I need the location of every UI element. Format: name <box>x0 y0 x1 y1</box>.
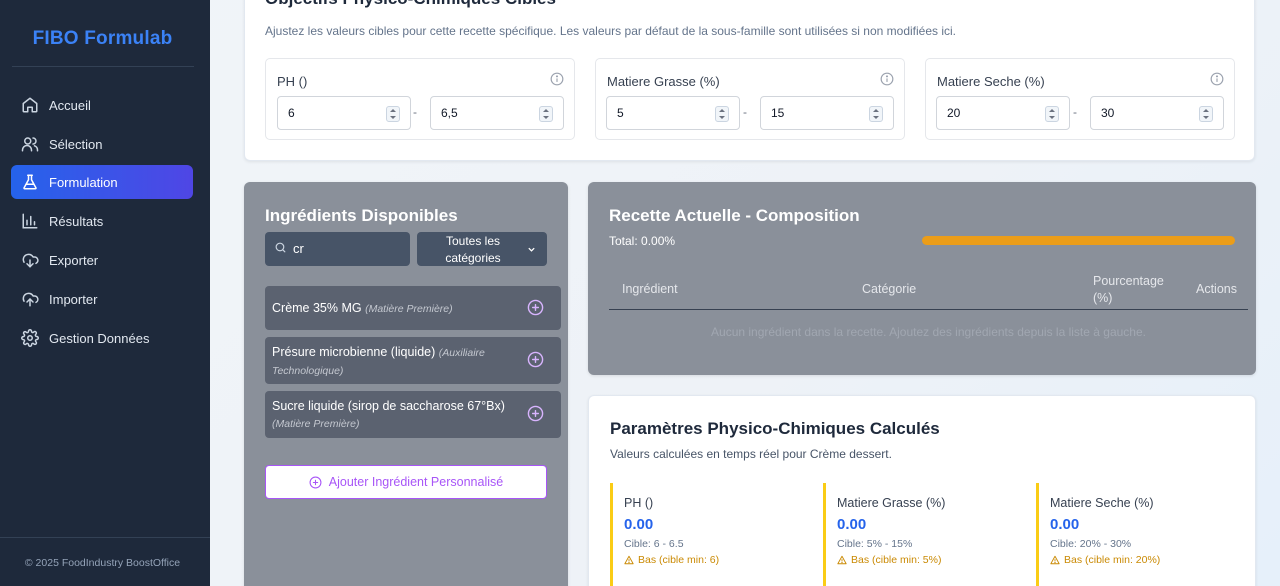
ingredients-title: Ingrédients Disponibles <box>265 206 458 225</box>
sidebar-item-resultats[interactable]: Résultats <box>11 204 193 238</box>
param-label: PH () <box>277 74 308 89</box>
metric-warning: Bas (cible min: 6) <box>624 554 719 566</box>
calculated-subtitle: Valeurs calculées en temps réel pour Crè… <box>610 447 892 461</box>
param-matiere-grasse: Matiere Grasse (%) 5 - 15 <box>595 58 905 140</box>
calculated-title: Paramètres Physico-Chimiques Calculés <box>610 419 940 438</box>
copyright-footer: © 2025 FoodIndustry BoostOffice <box>24 557 181 569</box>
sidebar-item-accueil[interactable]: Accueil <box>11 88 193 122</box>
metric-label: Matiere Seche (%) <box>1050 496 1154 510</box>
cloud-upload-icon <box>22 292 39 307</box>
sidebar-item-label: Accueil <box>49 97 91 113</box>
stepper-icon[interactable] <box>386 106 400 122</box>
category-filter-select[interactable]: Toutes les catégories <box>417 232 547 266</box>
list-item[interactable]: Crème 35% MG (Matière Première) <box>265 286 561 330</box>
objectives-card: Objectifs Physico-Chimiques Cibles Ajust… <box>244 0 1255 161</box>
warning-icon <box>837 555 847 565</box>
sidebar-item-label: Gestion Données <box>49 330 150 346</box>
table-header-divider <box>609 309 1248 310</box>
total-progress-bar <box>922 236 1235 245</box>
ph-max-input[interactable]: 6,5 <box>430 96 564 130</box>
metric-warning: Bas (cible min: 20%) <box>1050 554 1160 566</box>
add-custom-ingredient-button[interactable]: Ajouter Ingrédient Personnalisé <box>265 465 547 499</box>
column-header-actions: Actions <box>1196 282 1237 296</box>
bar-chart-icon <box>22 213 38 229</box>
info-icon[interactable] <box>1210 72 1224 86</box>
metric-target: Cible: 20% - 30% <box>1050 538 1132 550</box>
ingredients-card: Ingrédients Disponibles cr Toutes les ca… <box>244 182 568 586</box>
add-circle-icon <box>309 476 322 488</box>
param-matiere-seche: Matiere Seche (%) 20 - 30 <box>925 58 1235 140</box>
ingredient-search-input[interactable]: cr <box>265 232 410 266</box>
metric-value: 0.00 <box>1050 516 1080 533</box>
sidebar-item-label: Formulation <box>49 174 118 190</box>
param-label: Matiere Seche (%) <box>937 74 1045 89</box>
column-header-pourcentage[interactable]: Pourcentage (%) <box>1093 273 1173 307</box>
metric-matiere-seche: Matiere Seche (%) 0.00 Cible: 20% - 30% … <box>1036 483 1226 586</box>
info-icon[interactable] <box>880 72 894 86</box>
warning-icon <box>1050 555 1060 565</box>
users-icon <box>21 137 39 152</box>
recipe-title: Recette Actuelle - Composition <box>609 206 860 225</box>
param-ph: PH () 6 - 6,5 <box>265 58 575 140</box>
search-icon <box>275 242 286 253</box>
objectives-subtitle: Ajustez les valeurs cibles pour cette re… <box>265 24 957 38</box>
recipe-total: Total: 0.00% <box>609 234 676 248</box>
calculated-params-card: Paramètres Physico-Chimiques Calculés Va… <box>588 395 1256 586</box>
stepper-icon[interactable] <box>869 106 883 122</box>
sidebar-item-gestion-donnees[interactable]: Gestion Données <box>11 321 193 355</box>
metric-matiere-grasse: Matiere Grasse (%) 0.00 Cible: 5% - 15% … <box>823 483 1013 586</box>
chevron-down-icon <box>528 247 535 252</box>
ms-min-input[interactable]: 20 <box>936 96 1070 130</box>
sidebar-item-label: Exporter <box>49 252 99 268</box>
cloud-download-icon <box>22 253 39 268</box>
ph-min-input[interactable]: 6 <box>277 96 411 130</box>
stepper-icon[interactable] <box>715 106 729 122</box>
metric-value: 0.00 <box>624 516 654 533</box>
metric-warning: Bas (cible min: 5%) <box>837 554 941 566</box>
gear-icon <box>21 329 39 347</box>
sidebar-item-formulation[interactable]: Formulation <box>11 165 193 199</box>
stepper-icon[interactable] <box>1045 106 1059 122</box>
info-icon[interactable] <box>550 72 564 86</box>
stepper-icon[interactable] <box>1199 106 1213 122</box>
metric-label: Matiere Grasse (%) <box>837 496 946 510</box>
brand-logo: FIBO Formulab <box>32 28 173 49</box>
sidebar-item-importer[interactable]: Importer <box>11 282 193 316</box>
metric-target: Cible: 6 - 6.5 <box>624 538 684 550</box>
mg-max-input[interactable]: 15 <box>760 96 894 130</box>
column-header-ingredient[interactable]: Ingrédient <box>622 282 678 296</box>
sidebar-item-label: Résultats <box>49 213 104 229</box>
mg-min-input[interactable]: 5 <box>606 96 740 130</box>
empty-recipe-message: Aucun ingrédient dans la recette. Ajoute… <box>711 325 1146 339</box>
metric-ph: PH () 0.00 Cible: 6 - 6.5 Bas (cible min… <box>610 483 800 586</box>
home-icon <box>22 97 38 113</box>
sidebar-item-exporter[interactable]: Exporter <box>11 243 193 277</box>
warning-icon <box>624 555 634 565</box>
brand-divider <box>12 66 194 67</box>
add-circle-icon[interactable] <box>527 351 544 368</box>
sidebar-item-selection[interactable]: Sélection <box>11 127 193 161</box>
add-circle-icon[interactable] <box>527 405 544 422</box>
metric-value: 0.00 <box>837 516 867 533</box>
metric-target: Cible: 5% - 15% <box>837 538 913 550</box>
list-item[interactable]: Présure microbienne (liquide) (Auxiliair… <box>265 337 561 384</box>
sidebar: FIBO Formulab Accueil Sélection Formulat… <box>0 0 210 586</box>
stepper-icon[interactable] <box>539 106 553 122</box>
flask-icon <box>23 174 37 190</box>
sidebar-item-label: Sélection <box>49 136 103 152</box>
objectives-title: Objectifs Physico-Chimiques Cibles <box>265 0 556 9</box>
recipe-card: Recette Actuelle - Composition Total: 0.… <box>588 182 1256 375</box>
ms-max-input[interactable]: 30 <box>1090 96 1224 130</box>
param-label: Matiere Grasse (%) <box>607 74 720 89</box>
list-item[interactable]: Sucre liquide (sirop de saccharose 67°Bx… <box>265 391 561 438</box>
column-header-categorie[interactable]: Catégorie <box>862 282 916 296</box>
sidebar-item-label: Importer <box>49 291 98 307</box>
add-circle-icon[interactable] <box>527 299 544 316</box>
footer-divider <box>0 537 210 538</box>
metric-label: PH () <box>624 496 654 510</box>
